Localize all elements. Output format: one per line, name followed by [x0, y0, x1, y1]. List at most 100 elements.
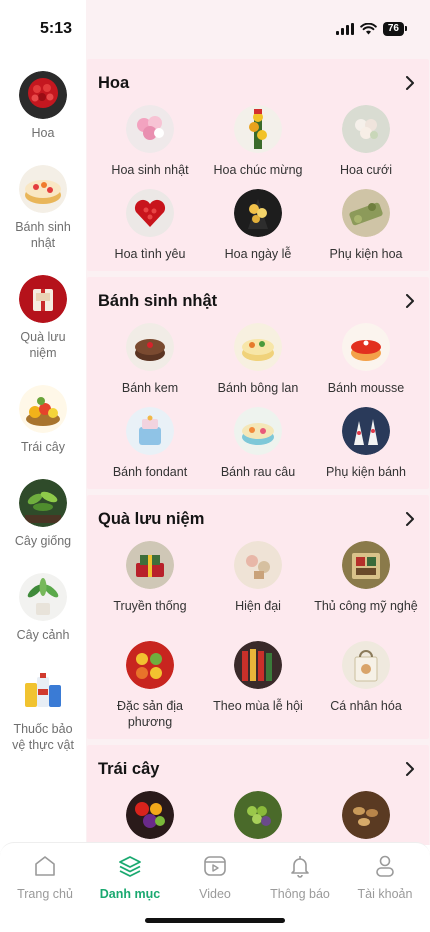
grapes-icon: [234, 791, 282, 839]
sidebar-item-cay-canh[interactable]: Cây cảnh: [0, 573, 86, 643]
chevron-right-icon[interactable]: [403, 512, 417, 526]
nuts-icon: [342, 791, 390, 839]
subcategory-hoa-ngay-le[interactable]: Hoa ngày lễ: [201, 189, 315, 262]
subcategory-theo-mua-le-hoi[interactable]: Theo mùa lễ hội: [201, 641, 315, 714]
nav-tab-video[interactable]: Video: [172, 853, 258, 901]
flower-accessories-icon: [342, 189, 390, 237]
wifi-icon: [360, 23, 377, 35]
nav-label: Video: [199, 887, 231, 901]
subcategory-label: Bánh mousse: [327, 381, 405, 395]
layers-icon: [119, 856, 141, 877]
handicraft-icon: [342, 541, 390, 589]
section-title: Hoa: [98, 73, 130, 92]
sidebar-item-label: Cây giống: [14, 534, 72, 548]
holiday-flowers-icon: [234, 189, 282, 237]
subcategory-hoa-chuc-mung[interactable]: Hoa chúc mừng: [201, 105, 315, 178]
traditional-gift-icon: [126, 541, 174, 589]
fondant-cake-icon: [126, 407, 174, 455]
subcategory-banh-bong-lan[interactable]: Bánh bông lan: [201, 323, 315, 396]
chevron-right-icon[interactable]: [403, 294, 417, 308]
nav-tab-notifications[interactable]: Thông báo: [257, 853, 343, 901]
subcategory-hien-dai[interactable]: Hiện đại: [201, 541, 315, 614]
sidebar-item-label: Trái cây: [21, 440, 65, 454]
subcategory-label: Cá nhân hóa: [330, 699, 402, 713]
category-content: Hoa Hoa sinh nhật Hoa chúc mừng Hoa cưới…: [86, 0, 430, 845]
subcategory-fruit-1[interactable]: [93, 791, 207, 845]
subcategory-label: Truyền thống: [113, 599, 187, 613]
sidebar-item-thuoc-bao-ve-thuc-vat[interactable]: Thuốc bảo vệ thực vật: [0, 667, 86, 753]
home-indicator: [145, 918, 285, 923]
birthday-cake-icon: [19, 165, 67, 213]
sidebar-item-label: Thuốc bảo vệ thực vật: [12, 722, 74, 752]
subcategory-label: Hoa chúc mừng: [213, 163, 303, 177]
section-title: Bánh sinh nhật: [98, 291, 218, 310]
subcategory-dac-san-dia-phuong[interactable]: Đặc sản địa phương: [93, 641, 207, 730]
nav-label: Thông báo: [270, 887, 330, 901]
subcategory-hoa-tinh-yeu[interactable]: Hoa tình yêu: [93, 189, 207, 262]
category-sidebar: Hoa Bánh sinh nhật Quà lưu niệm Trái cây…: [0, 0, 86, 840]
mousse-cake-icon: [342, 323, 390, 371]
subcategory-phu-kien-hoa[interactable]: Phụ kiện hoa: [309, 189, 423, 262]
section-header: Quà lưu niệm: [98, 508, 417, 530]
subcategory-fruit-3[interactable]: [309, 791, 423, 845]
souvenir-gift-icon: [19, 275, 67, 323]
sidebar-item-qua-luu-niem[interactable]: Quà lưu niệm: [0, 275, 86, 361]
subcategory-label: Hoa tình yêu: [114, 247, 186, 261]
sponge-cake-icon: [234, 323, 282, 371]
sidebar-item-hoa[interactable]: Hoa: [0, 71, 86, 141]
subcategory-label: Hoa ngày lễ: [224, 247, 292, 261]
battery-indicator: 76: [382, 22, 408, 36]
subcategory-label: Phụ kiện bánh: [326, 465, 406, 479]
sidebar-item-trai-cay[interactable]: Trái cây: [0, 385, 86, 455]
nav-tab-account[interactable]: Tài khoản: [342, 853, 428, 901]
sidebar-item-label: Hoa: [31, 126, 55, 140]
nav-tab-home[interactable]: Trang chủ: [2, 853, 88, 901]
cream-cake-icon: [126, 323, 174, 371]
video-icon: [204, 856, 226, 876]
chevron-right-icon[interactable]: [403, 762, 417, 776]
section-header: Hoa: [98, 72, 417, 94]
sidebar-item-cay-giong[interactable]: Cây giống: [0, 479, 86, 549]
subcategory-hoa-sinh-nhat[interactable]: Hoa sinh nhật: [93, 105, 207, 178]
cellular-signal-icon: [335, 23, 354, 35]
subcategory-label: Bánh rau câu: [220, 465, 296, 479]
chevron-right-icon[interactable]: [403, 76, 417, 90]
section-qua-luu-niem: Quà lưu niệm Truyền thống Hiện đại Thủ c…: [87, 495, 429, 739]
subcategory-label: Bánh kem: [121, 381, 179, 395]
subcategory-label: Đặc sản địa phương: [116, 699, 183, 729]
personalized-gift-icon: [342, 641, 390, 689]
status-time: 5:13: [40, 20, 73, 37]
nav-label: Tài khoản: [357, 887, 413, 901]
subcategory-label: Theo mùa lễ hội: [213, 699, 303, 713]
subcategory-thu-cong-my-nghe[interactable]: Thủ công mỹ nghệ: [309, 541, 423, 614]
modern-gift-icon: [234, 541, 282, 589]
nav-label: Trang chủ: [17, 887, 73, 901]
subcategory-fruit-2[interactable]: [201, 791, 315, 845]
subcategory-label: Thủ công mỹ nghệ: [314, 599, 418, 613]
section-header: Bánh sinh nhật: [98, 290, 417, 312]
nav-label: Danh mục: [99, 887, 161, 901]
subcategory-truyen-thong[interactable]: Truyền thống: [93, 541, 207, 614]
subcategory-banh-mousse[interactable]: Bánh mousse: [309, 323, 423, 396]
subcategory-ca-nhan-hoa[interactable]: Cá nhân hóa: [309, 641, 423, 714]
jelly-cake-icon: [234, 407, 282, 455]
ornamental-plant-icon: [19, 573, 67, 621]
sidebar-item-label: Cây cảnh: [16, 628, 70, 642]
fruit-basket-icon: [19, 385, 67, 433]
festival-gift-icon: [234, 641, 282, 689]
section-trai-cay: Trái cây: [87, 745, 429, 845]
local-specialty-icon: [126, 641, 174, 689]
subcategory-hoa-cuoi[interactable]: Hoa cưới: [309, 105, 423, 178]
subcategory-banh-fondant[interactable]: Bánh fondant: [93, 407, 207, 480]
subcategory-banh-rau-cau[interactable]: Bánh rau câu: [201, 407, 315, 480]
love-flowers-icon: [126, 189, 174, 237]
section-banh-sinh-nhat: Bánh sinh nhật Bánh kem Bánh bông lan Bá…: [87, 277, 429, 489]
subcategory-phu-kien-banh[interactable]: Phụ kiện bánh: [309, 407, 423, 480]
birthday-flowers-icon: [126, 105, 174, 153]
mixed-fruit-icon: [126, 791, 174, 839]
nav-tab-categories[interactable]: Danh mục: [87, 853, 173, 901]
status-bar: 5:13 76: [0, 0, 430, 60]
sidebar-item-banh-sinh-nhat[interactable]: Bánh sinh nhật: [0, 165, 86, 251]
subcategory-banh-kem[interactable]: Bánh kem: [93, 323, 207, 396]
subcategory-label: Phụ kiện hoa: [329, 247, 403, 261]
